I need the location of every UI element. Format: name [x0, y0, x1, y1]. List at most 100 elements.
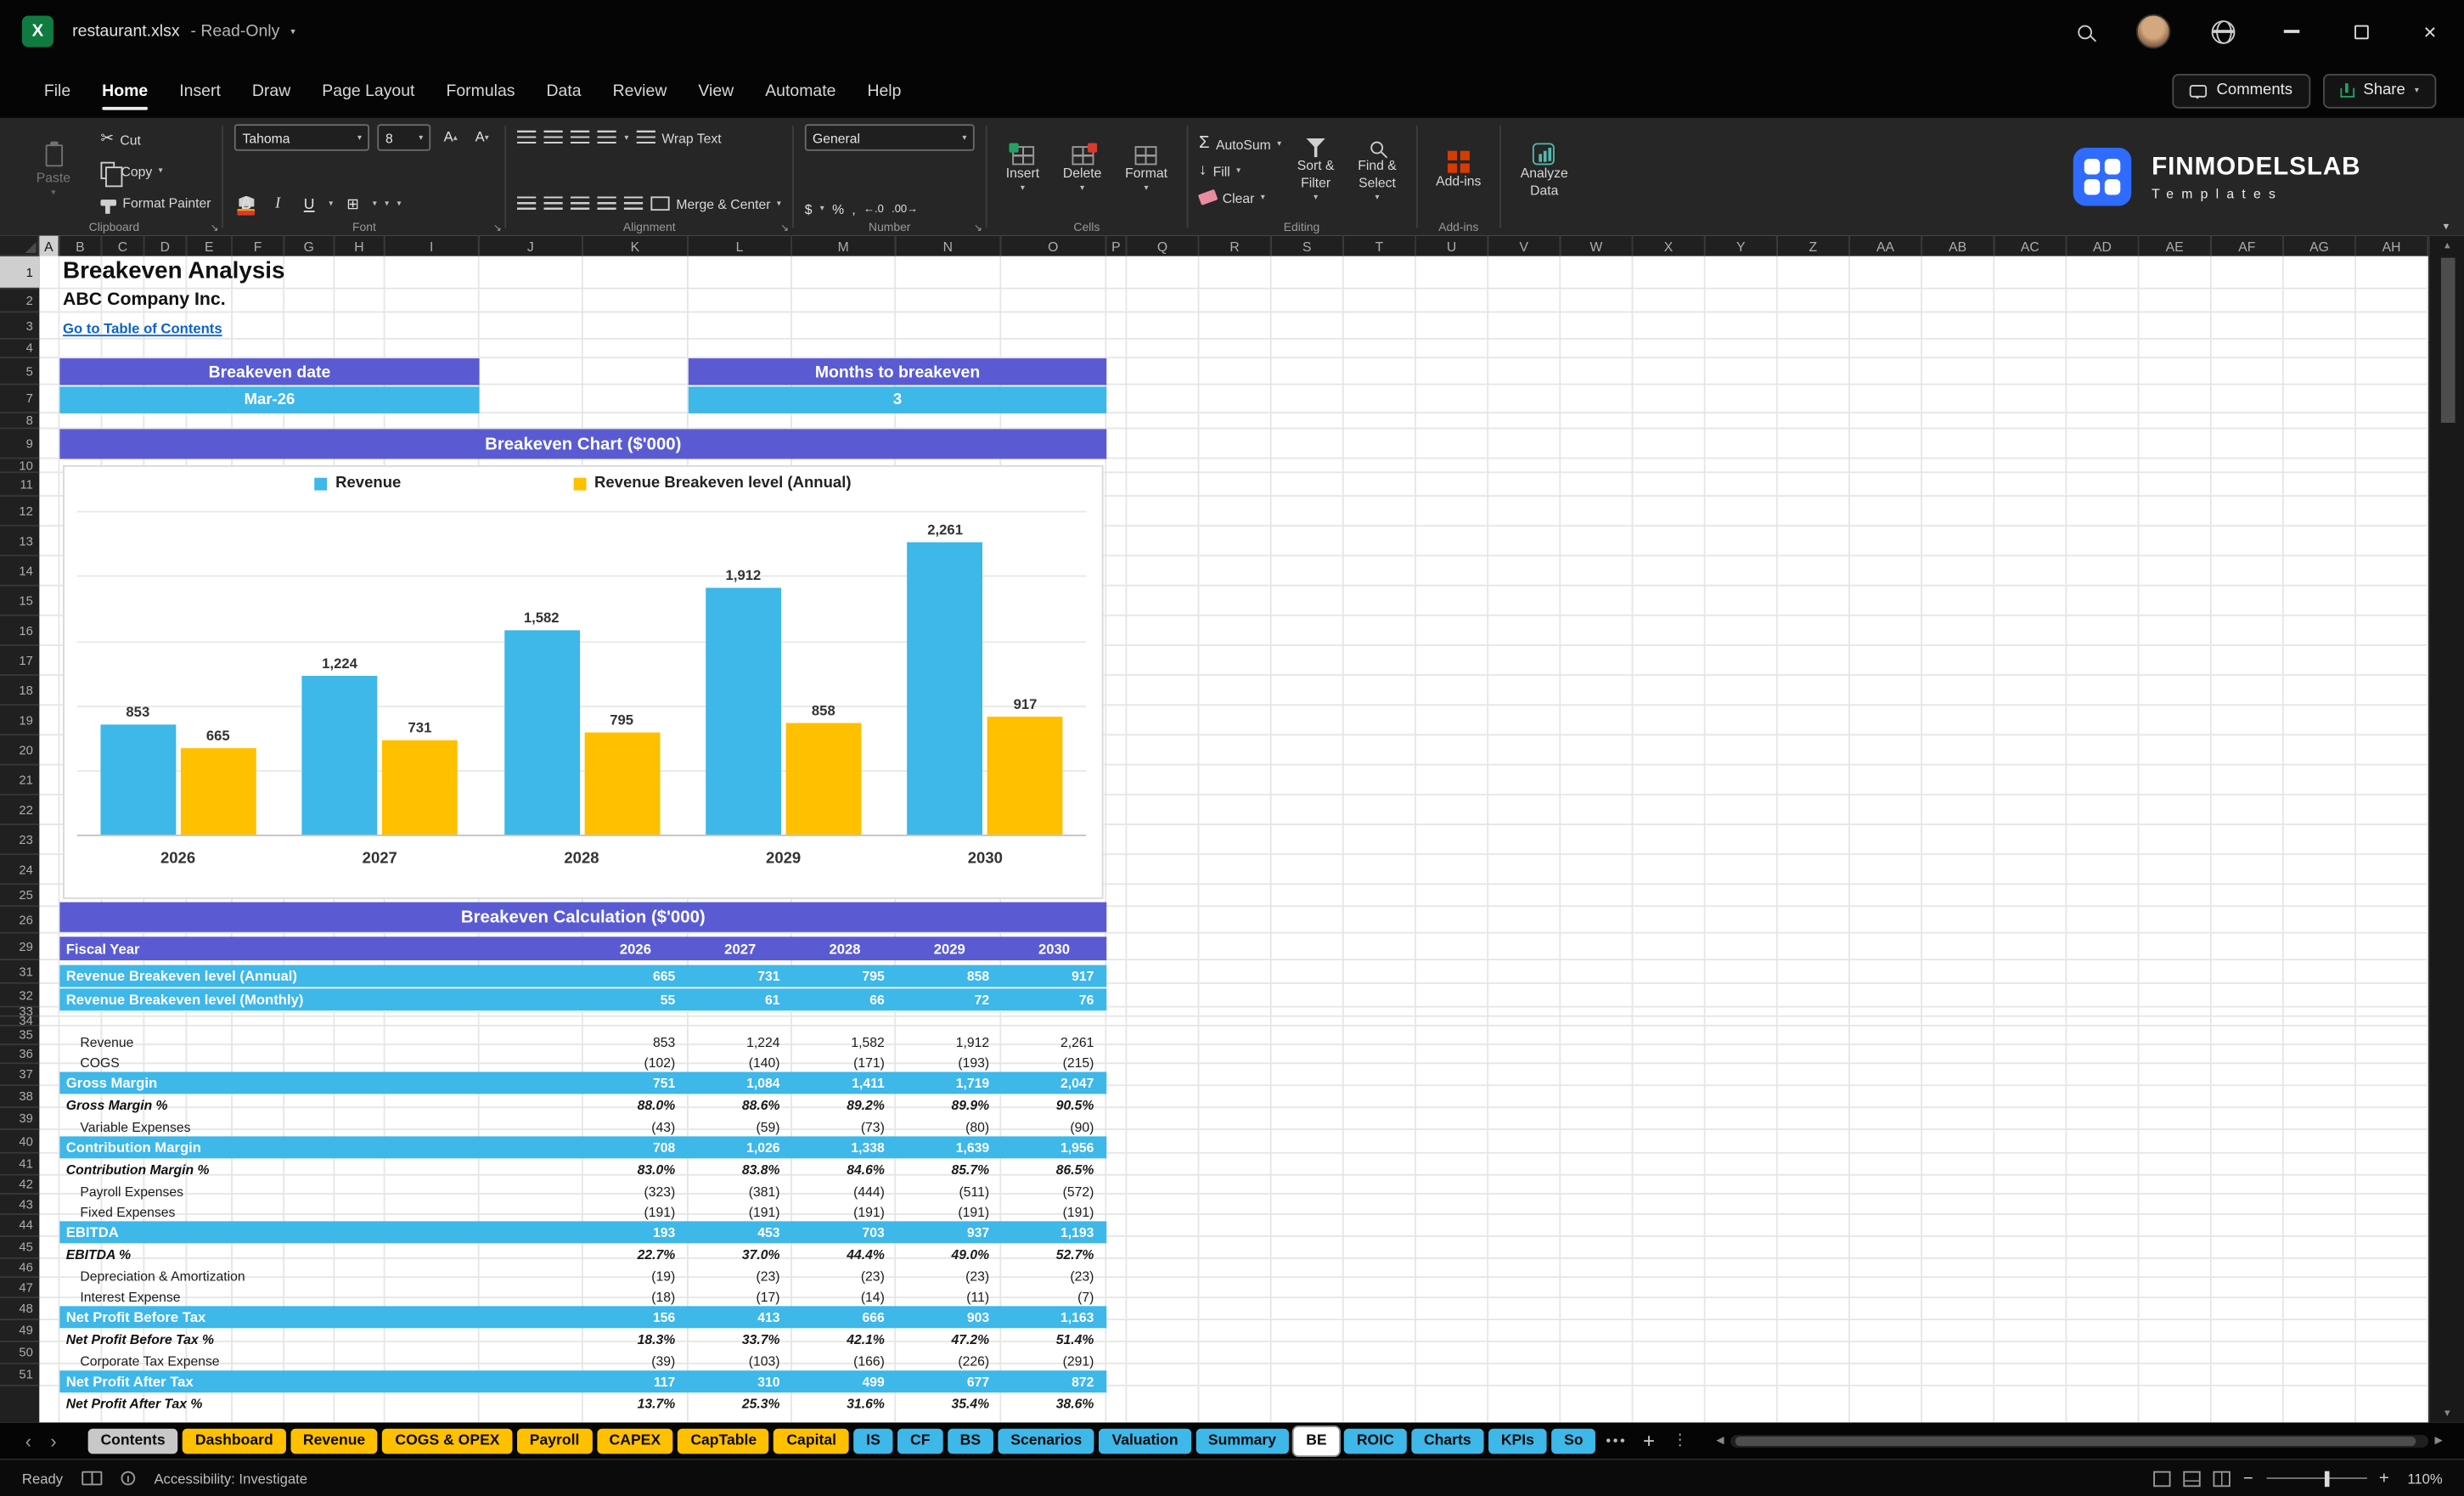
select-all-corner[interactable] — [0, 235, 40, 256]
restore-button[interactable] — [2326, 0, 2395, 63]
decrease-indent-icon[interactable] — [597, 196, 617, 211]
sheet-tab-bs[interactable]: BS — [947, 1427, 993, 1454]
cell-value[interactable]: (17) — [688, 1288, 792, 1304]
orientation-icon[interactable] — [597, 130, 617, 145]
align-right-icon[interactable] — [571, 196, 590, 211]
cell-value[interactable]: 156 — [583, 1309, 688, 1325]
row-header-29[interactable]: 29 — [0, 933, 40, 961]
tabs-scroll-left-icon[interactable]: ‹ — [16, 1430, 42, 1452]
cell-value[interactable]: 72 — [897, 992, 1002, 1008]
column-header-R[interactable]: R — [1199, 235, 1272, 256]
cell-value[interactable]: 937 — [897, 1224, 1002, 1240]
zoom-slider-thumb[interactable] — [2324, 1471, 2329, 1487]
align-left-icon[interactable] — [517, 196, 537, 211]
table-row[interactable]: COGS (102) (140) (171) (193) (215) — [59, 1051, 1106, 1071]
paste-button[interactable]: Paste ▾ — [17, 124, 89, 217]
row-header-34[interactable]: 34 — [0, 1014, 40, 1028]
row-header-46[interactable]: 46 — [0, 1258, 40, 1279]
row-header-15[interactable]: 15 — [0, 586, 40, 616]
table-row[interactable]: Gross Margin 751 1,084 1,411 1,719 2,047 — [59, 1071, 1107, 1094]
cell-value[interactable]: (381) — [688, 1183, 792, 1199]
cell-value[interactable]: (80) — [897, 1118, 1002, 1134]
table-row[interactable]: Interest Expense (18) (17) (14) (11) (7) — [59, 1285, 1106, 1306]
cell-value[interactable]: (7) — [1002, 1288, 1106, 1304]
table-row[interactable]: EBITDA % 22.7% 37.0% 44.4% 49.0% 52.7% — [59, 1243, 1106, 1265]
sheet-tab-cf[interactable]: CF — [897, 1427, 943, 1454]
row-header-47[interactable]: 47 — [0, 1278, 40, 1299]
fiscal-year-2027[interactable]: 2027 — [688, 941, 792, 957]
cell-value[interactable]: 858 — [897, 968, 1002, 984]
cell-value[interactable]: 872 — [1002, 1374, 1106, 1390]
comma-style-button[interactable]: , — [852, 201, 855, 217]
chevron-down-icon[interactable]: ▾ — [373, 200, 377, 209]
sheet-tab-summary[interactable]: Summary — [1195, 1427, 1289, 1454]
fill-button[interactable]: ↓ Fill ▾ — [1199, 157, 1281, 183]
sheet-tab-payroll[interactable]: Payroll — [516, 1427, 593, 1454]
align-bottom-icon[interactable] — [571, 130, 590, 145]
cell-value[interactable]: (19) — [583, 1268, 688, 1284]
cell-value[interactable]: 1,582 — [792, 1033, 897, 1049]
table-row[interactable]: Variable Expenses (43) (59) (73) (80) (90) — [59, 1116, 1106, 1136]
web-options-button[interactable] — [2188, 0, 2257, 63]
cell-value[interactable]: 85.7% — [897, 1161, 1002, 1178]
cell-value[interactable]: (444) — [792, 1183, 897, 1199]
close-button[interactable]: × — [2395, 0, 2464, 63]
column-header-P[interactable]: P — [1106, 235, 1128, 256]
zoom-in-button[interactable]: + — [2379, 1469, 2389, 1488]
page-layout-view-button[interactable] — [2183, 1470, 2201, 1487]
cell-value[interactable]: 666 — [792, 1309, 897, 1325]
table-row[interactable]: Revenue Breakeven level (Monthly) 55 61 66 7… — [59, 988, 1107, 1013]
accounting-format-button[interactable]: $ — [805, 201, 813, 217]
cell-value[interactable]: 1,163 — [1002, 1309, 1106, 1325]
column-header-J[interactable]: J — [479, 235, 583, 256]
cell-value[interactable]: 89.2% — [792, 1097, 897, 1113]
sheet-tab-kpis[interactable]: KPIs — [1488, 1427, 1547, 1454]
italic-button[interactable]: I — [266, 192, 290, 217]
menu-tab-data[interactable]: Data — [531, 63, 597, 118]
search-button[interactable] — [2050, 0, 2118, 63]
cell-value[interactable]: 35.4% — [897, 1396, 1002, 1412]
sheet-tab-captable[interactable]: CapTable — [678, 1427, 769, 1454]
scroll-left-icon[interactable]: ◂ — [1716, 1431, 1724, 1448]
cell-value[interactable]: 76 — [1002, 992, 1106, 1008]
cell-value[interactable]: 1,411 — [792, 1075, 897, 1091]
delete-cells-button[interactable]: Delete ▾ — [1055, 143, 1110, 194]
row-header-45[interactable]: 45 — [0, 1236, 40, 1259]
cell-value[interactable]: 33.7% — [688, 1331, 792, 1347]
cell-value[interactable]: (193) — [897, 1054, 1002, 1070]
column-header-F[interactable]: F — [232, 235, 285, 256]
more-sheets-icon[interactable] — [1605, 1437, 1626, 1443]
column-header-K[interactable]: K — [582, 235, 689, 256]
column-header-U[interactable]: U — [1415, 235, 1489, 256]
toc-link[interactable]: Go to Table of Contents — [63, 321, 222, 337]
cell-value[interactable]: 2,261 — [1002, 1033, 1106, 1049]
sheet-tab-contents[interactable]: Contents — [87, 1427, 178, 1454]
menu-tab-insert[interactable]: Insert — [164, 63, 237, 118]
table-row[interactable]: Net Profit Before Tax 156 413 666 903 1,163 — [59, 1306, 1107, 1329]
column-header-AF[interactable]: AF — [2211, 235, 2284, 256]
cut-button[interactable]: ✂ Cut — [100, 126, 211, 152]
collapse-ribbon-icon[interactable]: ▾ — [2444, 220, 2450, 233]
cell-value[interactable]: 84.6% — [792, 1161, 897, 1178]
dialog-launcher-icon[interactable]: ↘ — [211, 222, 219, 234]
cell-value[interactable]: (291) — [1002, 1353, 1106, 1369]
fiscal-year-2029[interactable]: 2029 — [897, 941, 1002, 957]
row-header-23[interactable]: 23 — [0, 824, 40, 856]
column-header-E[interactable]: E — [187, 235, 233, 256]
table-row[interactable]: Gross Margin % 88.0% 88.6% 89.2% 89.9% 90.5% — [59, 1094, 1106, 1116]
row-header-51[interactable]: 51 — [0, 1364, 40, 1386]
horizontal-scroll-thumb[interactable] — [1735, 1436, 2416, 1446]
menu-tab-file[interactable]: File — [28, 63, 86, 118]
cell-value[interactable]: (226) — [897, 1353, 1002, 1369]
column-header-AD[interactable]: AD — [2067, 235, 2140, 256]
sheet-tab-scenarios[interactable]: Scenarios — [998, 1427, 1095, 1454]
column-header-Z[interactable]: Z — [1777, 235, 1850, 256]
row-header-26[interactable]: 26 — [0, 907, 40, 934]
row-header-16[interactable]: 16 — [0, 616, 40, 646]
row-header-37[interactable]: 37 — [0, 1064, 40, 1087]
table-row[interactable]: Net Profit After Tax % 13.7% 25.3% 31.6% 35.… — [59, 1392, 1106, 1414]
grid-area[interactable]: Breakeven Analysis ABC Company Inc. Go t… — [39, 256, 2429, 1423]
number-format-select[interactable]: General ▾ — [804, 124, 975, 151]
cell-value[interactable]: 499 — [792, 1374, 897, 1390]
column-header-T[interactable]: T — [1343, 235, 1416, 256]
